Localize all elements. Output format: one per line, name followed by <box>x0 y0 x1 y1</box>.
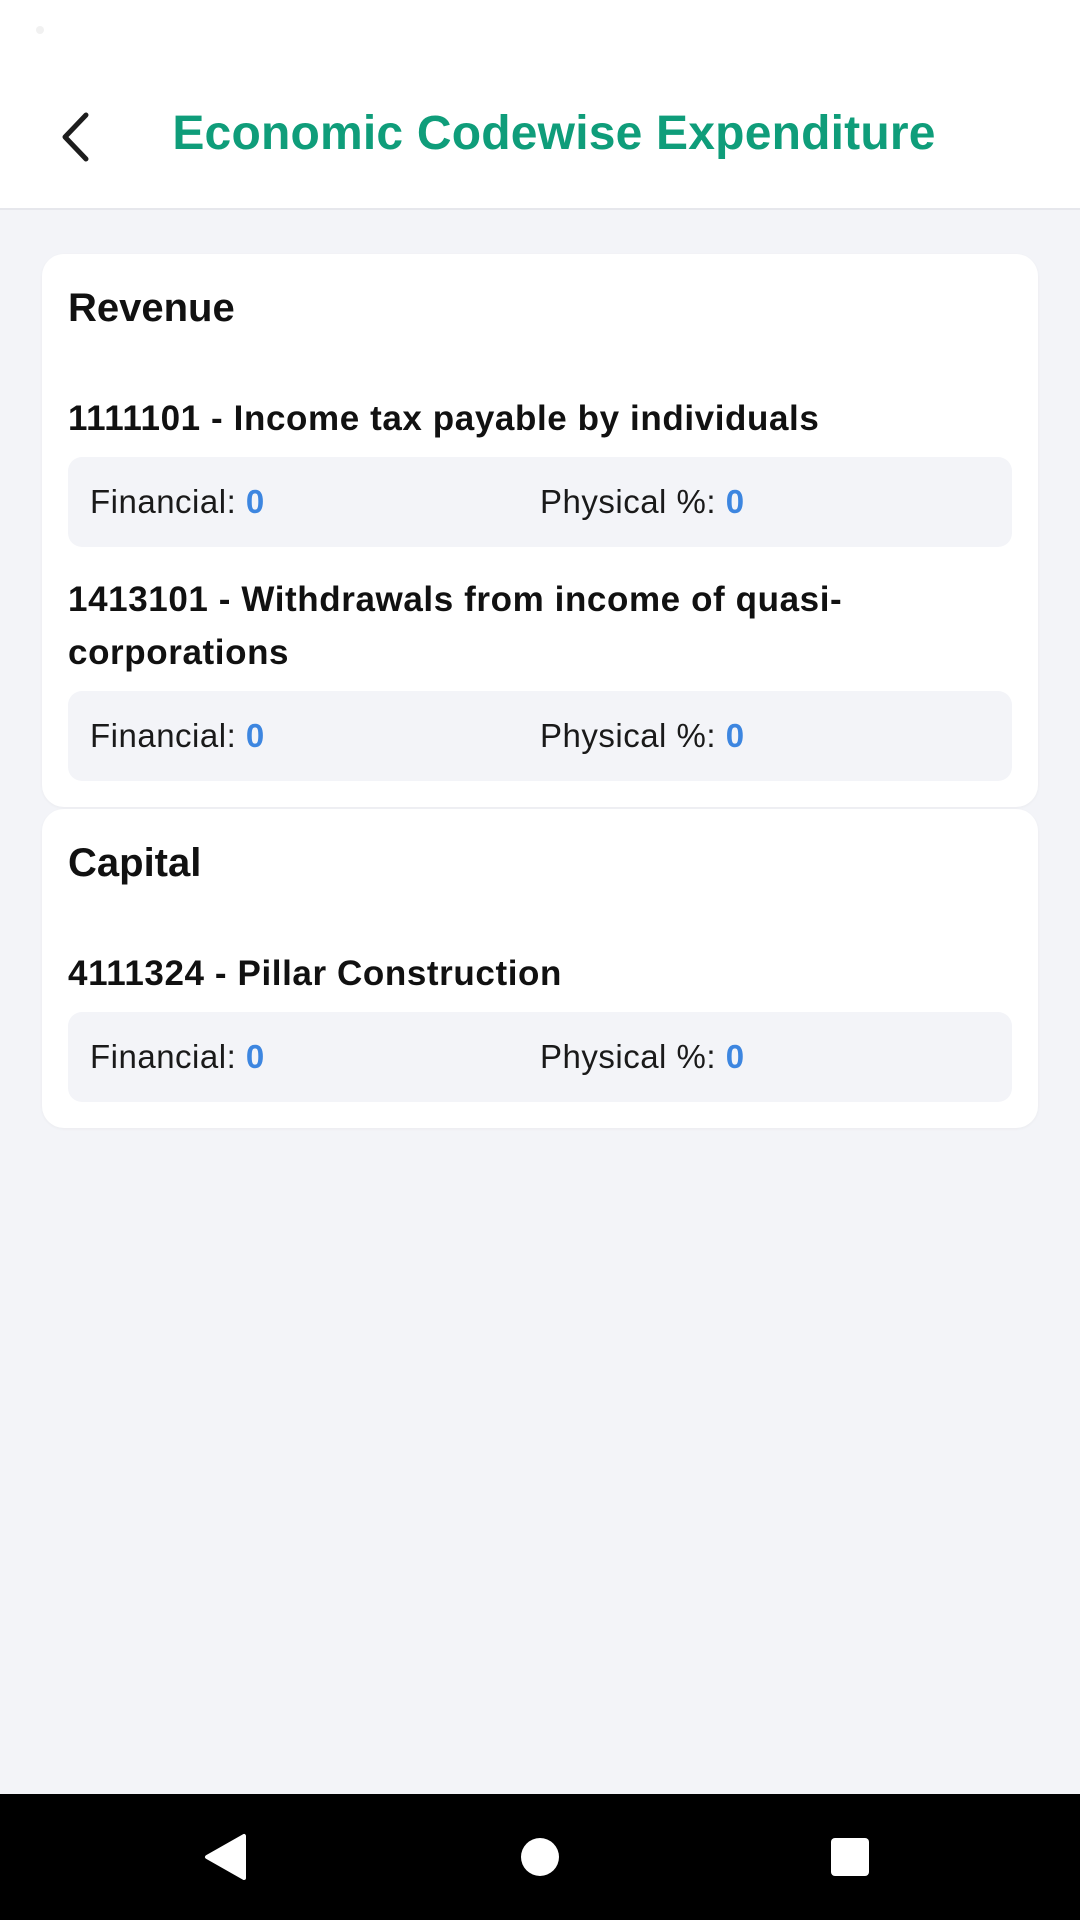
system-navigation-bar <box>0 1794 1080 1920</box>
physical-value: 0 <box>725 1038 745 1075</box>
financial-label: Financial: <box>90 1038 237 1075</box>
nav-back-icon <box>205 1834 246 1880</box>
financial-metric: Financial: 0 <box>68 1038 518 1076</box>
status-indicator-dot <box>36 26 44 34</box>
financial-metric: Financial: 0 <box>68 483 518 521</box>
expenditure-item-title: 1111101 - Income tax payable by individu… <box>68 399 820 438</box>
expenditure-item-title: 1413101 - Withdrawals from income of qua… <box>68 580 843 672</box>
page-title: Economic Codewise Expenditure <box>172 107 936 160</box>
section-title: Revenue <box>68 286 235 330</box>
app-bar: Economic Codewise Expenditure <box>0 70 1080 210</box>
nav-recents-icon <box>831 1838 869 1876</box>
financial-value: 0 <box>245 483 265 520</box>
expenditure-metrics: Financial: 0 Physical %: 0 <box>68 1012 1012 1102</box>
physical-label: Physical %: <box>540 717 717 754</box>
financial-metric: Financial: 0 <box>68 717 518 755</box>
nav-home-button[interactable] <box>510 1827 570 1887</box>
section-card-capital: Capital 4111324 - Pillar Construction Fi… <box>42 809 1038 1128</box>
financial-value: 0 <box>245 717 265 754</box>
expenditure-item-title: 4111324 - Pillar Construction <box>68 954 562 993</box>
section-title: Capital <box>68 841 202 885</box>
physical-label: Physical %: <box>540 483 717 520</box>
status-bar <box>0 0 1080 70</box>
financial-label: Financial: <box>90 717 237 754</box>
physical-metric: Physical %: 0 <box>518 1038 968 1076</box>
nav-back-button[interactable] <box>195 1827 255 1887</box>
nav-home-icon <box>521 1838 559 1876</box>
main-content: Revenue 1111101 - Income tax payable by … <box>42 254 1038 1128</box>
physical-metric: Physical %: 0 <box>518 717 968 755</box>
financial-label: Financial: <box>90 483 237 520</box>
nav-recents-button[interactable] <box>820 1827 880 1887</box>
section-card-revenue: Revenue 1111101 - Income tax payable by … <box>42 254 1038 807</box>
physical-value: 0 <box>725 717 745 754</box>
expenditure-metrics: Financial: 0 Physical %: 0 <box>68 691 1012 781</box>
financial-value: 0 <box>245 1038 265 1075</box>
physical-metric: Physical %: 0 <box>518 483 968 521</box>
expenditure-metrics: Financial: 0 Physical %: 0 <box>68 457 1012 547</box>
physical-label: Physical %: <box>540 1038 717 1075</box>
physical-value: 0 <box>725 483 745 520</box>
